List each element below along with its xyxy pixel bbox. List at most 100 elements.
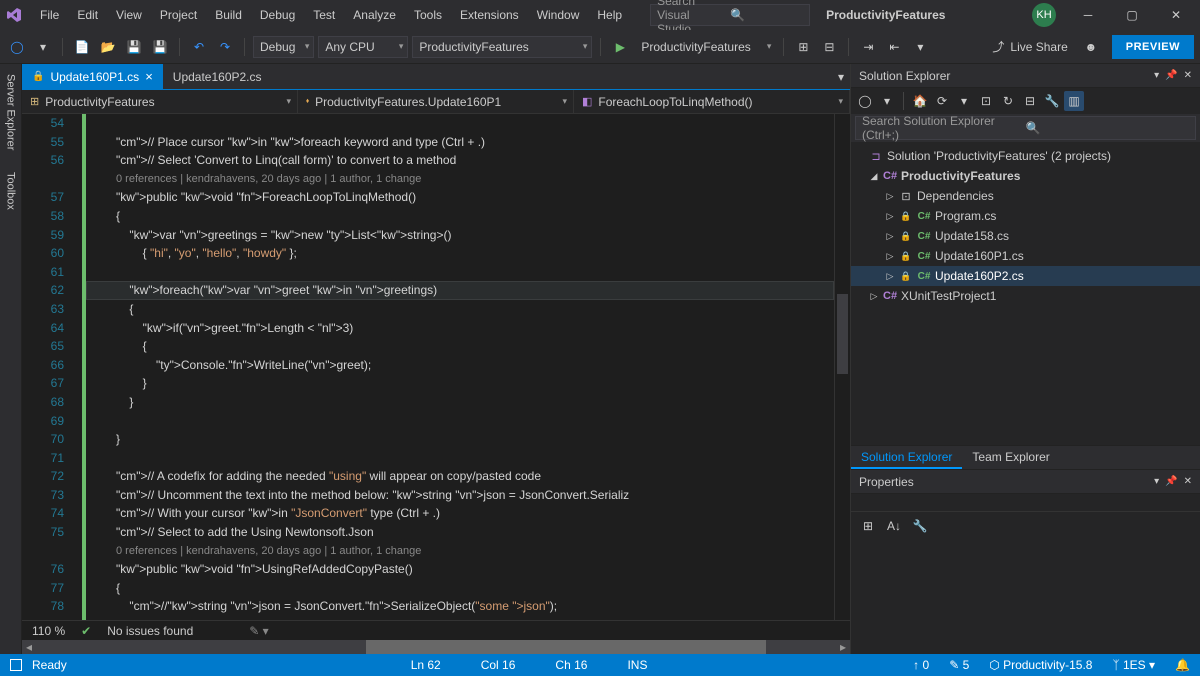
start-debug-button[interactable]: ▶ <box>609 36 631 58</box>
toolbar-icon-2[interactable]: ⊟ <box>818 36 840 58</box>
toolbar-icon-5[interactable]: ▾ <box>909 36 931 58</box>
zoom-level[interactable]: 110 % <box>32 624 65 638</box>
code-editor[interactable]: 5455565758596061626364656667686970717273… <box>22 114 850 620</box>
open-icon[interactable]: 📂 <box>97 36 119 58</box>
menu-project[interactable]: Project <box>152 4 205 26</box>
maximize-button[interactable]: ▢ <box>1112 0 1152 30</box>
menu-test[interactable]: Test <box>305 4 343 26</box>
toolbox-tab[interactable]: Toolbox <box>3 166 19 216</box>
se-fwd-icon[interactable]: ▾ <box>877 91 897 111</box>
vertical-scrollbar[interactable] <box>834 114 850 620</box>
menu-debug[interactable]: Debug <box>252 4 303 26</box>
crumb-method[interactable]: ◧ ForeachLoopToLinqMethod() <box>574 90 850 113</box>
tree-file[interactable]: ▷ 🔒 C# Update158.cs <box>851 226 1200 246</box>
se-filter-icon[interactable]: ▾ <box>954 91 974 111</box>
expand-icon[interactable]: ▷ <box>885 251 895 262</box>
se-sync-icon[interactable]: ⟳ <box>932 91 952 111</box>
se-home-icon[interactable]: 🏠 <box>910 91 930 111</box>
toolbar-icon-3[interactable]: ⇥ <box>857 36 879 58</box>
crumb-namespace[interactable]: ⊞ ProductivityFeatures <box>22 90 298 113</box>
expand-icon[interactable]: ◢ <box>869 171 879 182</box>
status-repo[interactable]: ⬡ Productivity-15.8 <box>989 658 1092 672</box>
tab-solution-explorer[interactable]: Solution Explorer <box>851 446 962 469</box>
expand-icon[interactable]: ▷ <box>885 211 895 222</box>
minimize-button[interactable]: ─ <box>1068 0 1108 30</box>
window-title: ProductivityFeatures <box>826 8 945 22</box>
se-props-icon[interactable]: 🔧 <box>1042 91 1062 111</box>
cs-icon: C# <box>917 211 931 222</box>
tree-file[interactable]: ▷ 🔒 C# Update160P1.cs <box>851 246 1200 266</box>
status-edits[interactable]: ✎ 5 <box>949 658 969 672</box>
categorize-icon[interactable]: ⊞ <box>857 515 879 537</box>
menu-tools[interactable]: Tools <box>406 4 450 26</box>
expand-icon[interactable]: ▷ <box>869 291 879 302</box>
expand-icon[interactable]: ▷ <box>885 271 895 282</box>
menu-build[interactable]: Build <box>207 4 250 26</box>
menu-view[interactable]: View <box>108 4 150 26</box>
tree-dependencies[interactable]: ▷ ⊡ Dependencies <box>851 186 1200 206</box>
horizontal-scrollbar[interactable]: ◂ ▸ <box>22 640 850 654</box>
alpha-icon[interactable]: A↓ <box>883 515 905 537</box>
pencil-icon[interactable]: ✎ ▾ <box>249 624 268 638</box>
liveshare-button[interactable]: ⤴ Live Share <box>984 38 1075 55</box>
tabs-overflow-icon[interactable]: ▾ <box>832 70 850 84</box>
save-icon[interactable]: 💾 <box>123 36 145 58</box>
panel-pin-icon[interactable]: 📌 <box>1165 476 1177 487</box>
panel-close-icon[interactable]: ✕ <box>1184 476 1192 487</box>
tab-team-explorer[interactable]: Team Explorer <box>962 446 1059 469</box>
platform-dropdown[interactable]: Any CPU <box>318 36 408 58</box>
se-collapse-icon[interactable]: ⊟ <box>1020 91 1040 111</box>
expand-icon[interactable]: ▷ <box>885 231 895 242</box>
panel-dropdown-icon[interactable]: ▾ <box>1154 70 1159 81</box>
se-back-icon[interactable]: ◯ <box>855 91 875 111</box>
right-panel-tabs: Solution Explorer Team Explorer <box>851 445 1200 469</box>
tab-active[interactable]: 🔒 Update160P1.cs × <box>22 64 163 90</box>
feedback-icon[interactable]: ☻ <box>1080 36 1102 58</box>
back-button[interactable]: ◯ <box>6 36 28 58</box>
scroll-left-icon[interactable]: ◂ <box>22 640 36 654</box>
se-preview-icon[interactable]: ▥ <box>1064 91 1084 111</box>
redo-icon[interactable]: ↷ <box>214 36 236 58</box>
menu-extensions[interactable]: Extensions <box>452 4 527 26</box>
wrench-icon[interactable]: 🔧 <box>909 515 931 537</box>
panel-close-icon[interactable]: ✕ <box>1184 70 1192 81</box>
user-avatar[interactable]: KH <box>1032 3 1056 27</box>
solution-explorer-search[interactable]: Search Solution Explorer (Ctrl+;) 🔍 <box>855 116 1196 140</box>
quick-launch-search[interactable]: Search Visual Studio... 🔍 <box>650 4 810 26</box>
tab-close-icon[interactable]: × <box>145 69 153 84</box>
config-dropdown[interactable]: Debug <box>253 36 314 58</box>
menu-edit[interactable]: Edit <box>69 4 106 26</box>
save-all-icon[interactable]: 💾 <box>149 36 171 58</box>
method-icon: ◧ <box>582 95 592 108</box>
menu-analyze[interactable]: Analyze <box>345 4 404 26</box>
scroll-right-icon[interactable]: ▸ <box>836 640 850 654</box>
tree-file[interactable]: ▷ 🔒 C# Program.cs <box>851 206 1200 226</box>
status-bell-icon[interactable]: 🔔 <box>1175 658 1190 672</box>
tree-solution[interactable]: ⊐ Solution 'ProductivityFeatures' (2 pro… <box>851 146 1200 166</box>
undo-icon[interactable]: ↶ <box>188 36 210 58</box>
menu-help[interactable]: Help <box>589 4 630 26</box>
status-branch[interactable]: ᛉ 1ES ▾ <box>1112 658 1155 672</box>
panel-pin-icon[interactable]: 📌 <box>1165 70 1177 81</box>
expand-icon[interactable]: ▷ <box>885 191 895 202</box>
panel-dropdown-icon[interactable]: ▾ <box>1154 476 1159 487</box>
tree-project-2[interactable]: ▷ C# XUnitTestProject1 <box>851 286 1200 306</box>
new-project-icon[interactable]: 📄 <box>71 36 93 58</box>
menu-window[interactable]: Window <box>529 4 588 26</box>
startup-dropdown[interactable]: ProductivityFeatures <box>412 36 592 58</box>
preview-badge[interactable]: PREVIEW <box>1112 35 1194 59</box>
toolbar-icon-4[interactable]: ⇤ <box>883 36 905 58</box>
tree-project[interactable]: ◢ C# ProductivityFeatures <box>851 166 1200 186</box>
run-target-dropdown[interactable]: ProductivityFeatures <box>635 36 775 58</box>
crumb-class[interactable]: ⬪ ProductivityFeatures.Update160P1 <box>298 90 574 113</box>
menu-file[interactable]: File <box>32 4 67 26</box>
tab-inactive[interactable]: Update160P2.cs <box>163 64 272 90</box>
toolbar-icon-1[interactable]: ⊞ <box>792 36 814 58</box>
forward-button[interactable]: ▾ <box>32 36 54 58</box>
server-explorer-tab[interactable]: Server Explorer <box>3 68 19 156</box>
se-showall-icon[interactable]: ⊡ <box>976 91 996 111</box>
close-button[interactable]: ✕ <box>1156 0 1196 30</box>
tree-file-selected[interactable]: ▷ 🔒 C# Update160P2.cs <box>851 266 1200 286</box>
se-refresh-icon[interactable]: ↻ <box>998 91 1018 111</box>
status-push[interactable]: ↑ 0 <box>913 658 929 672</box>
